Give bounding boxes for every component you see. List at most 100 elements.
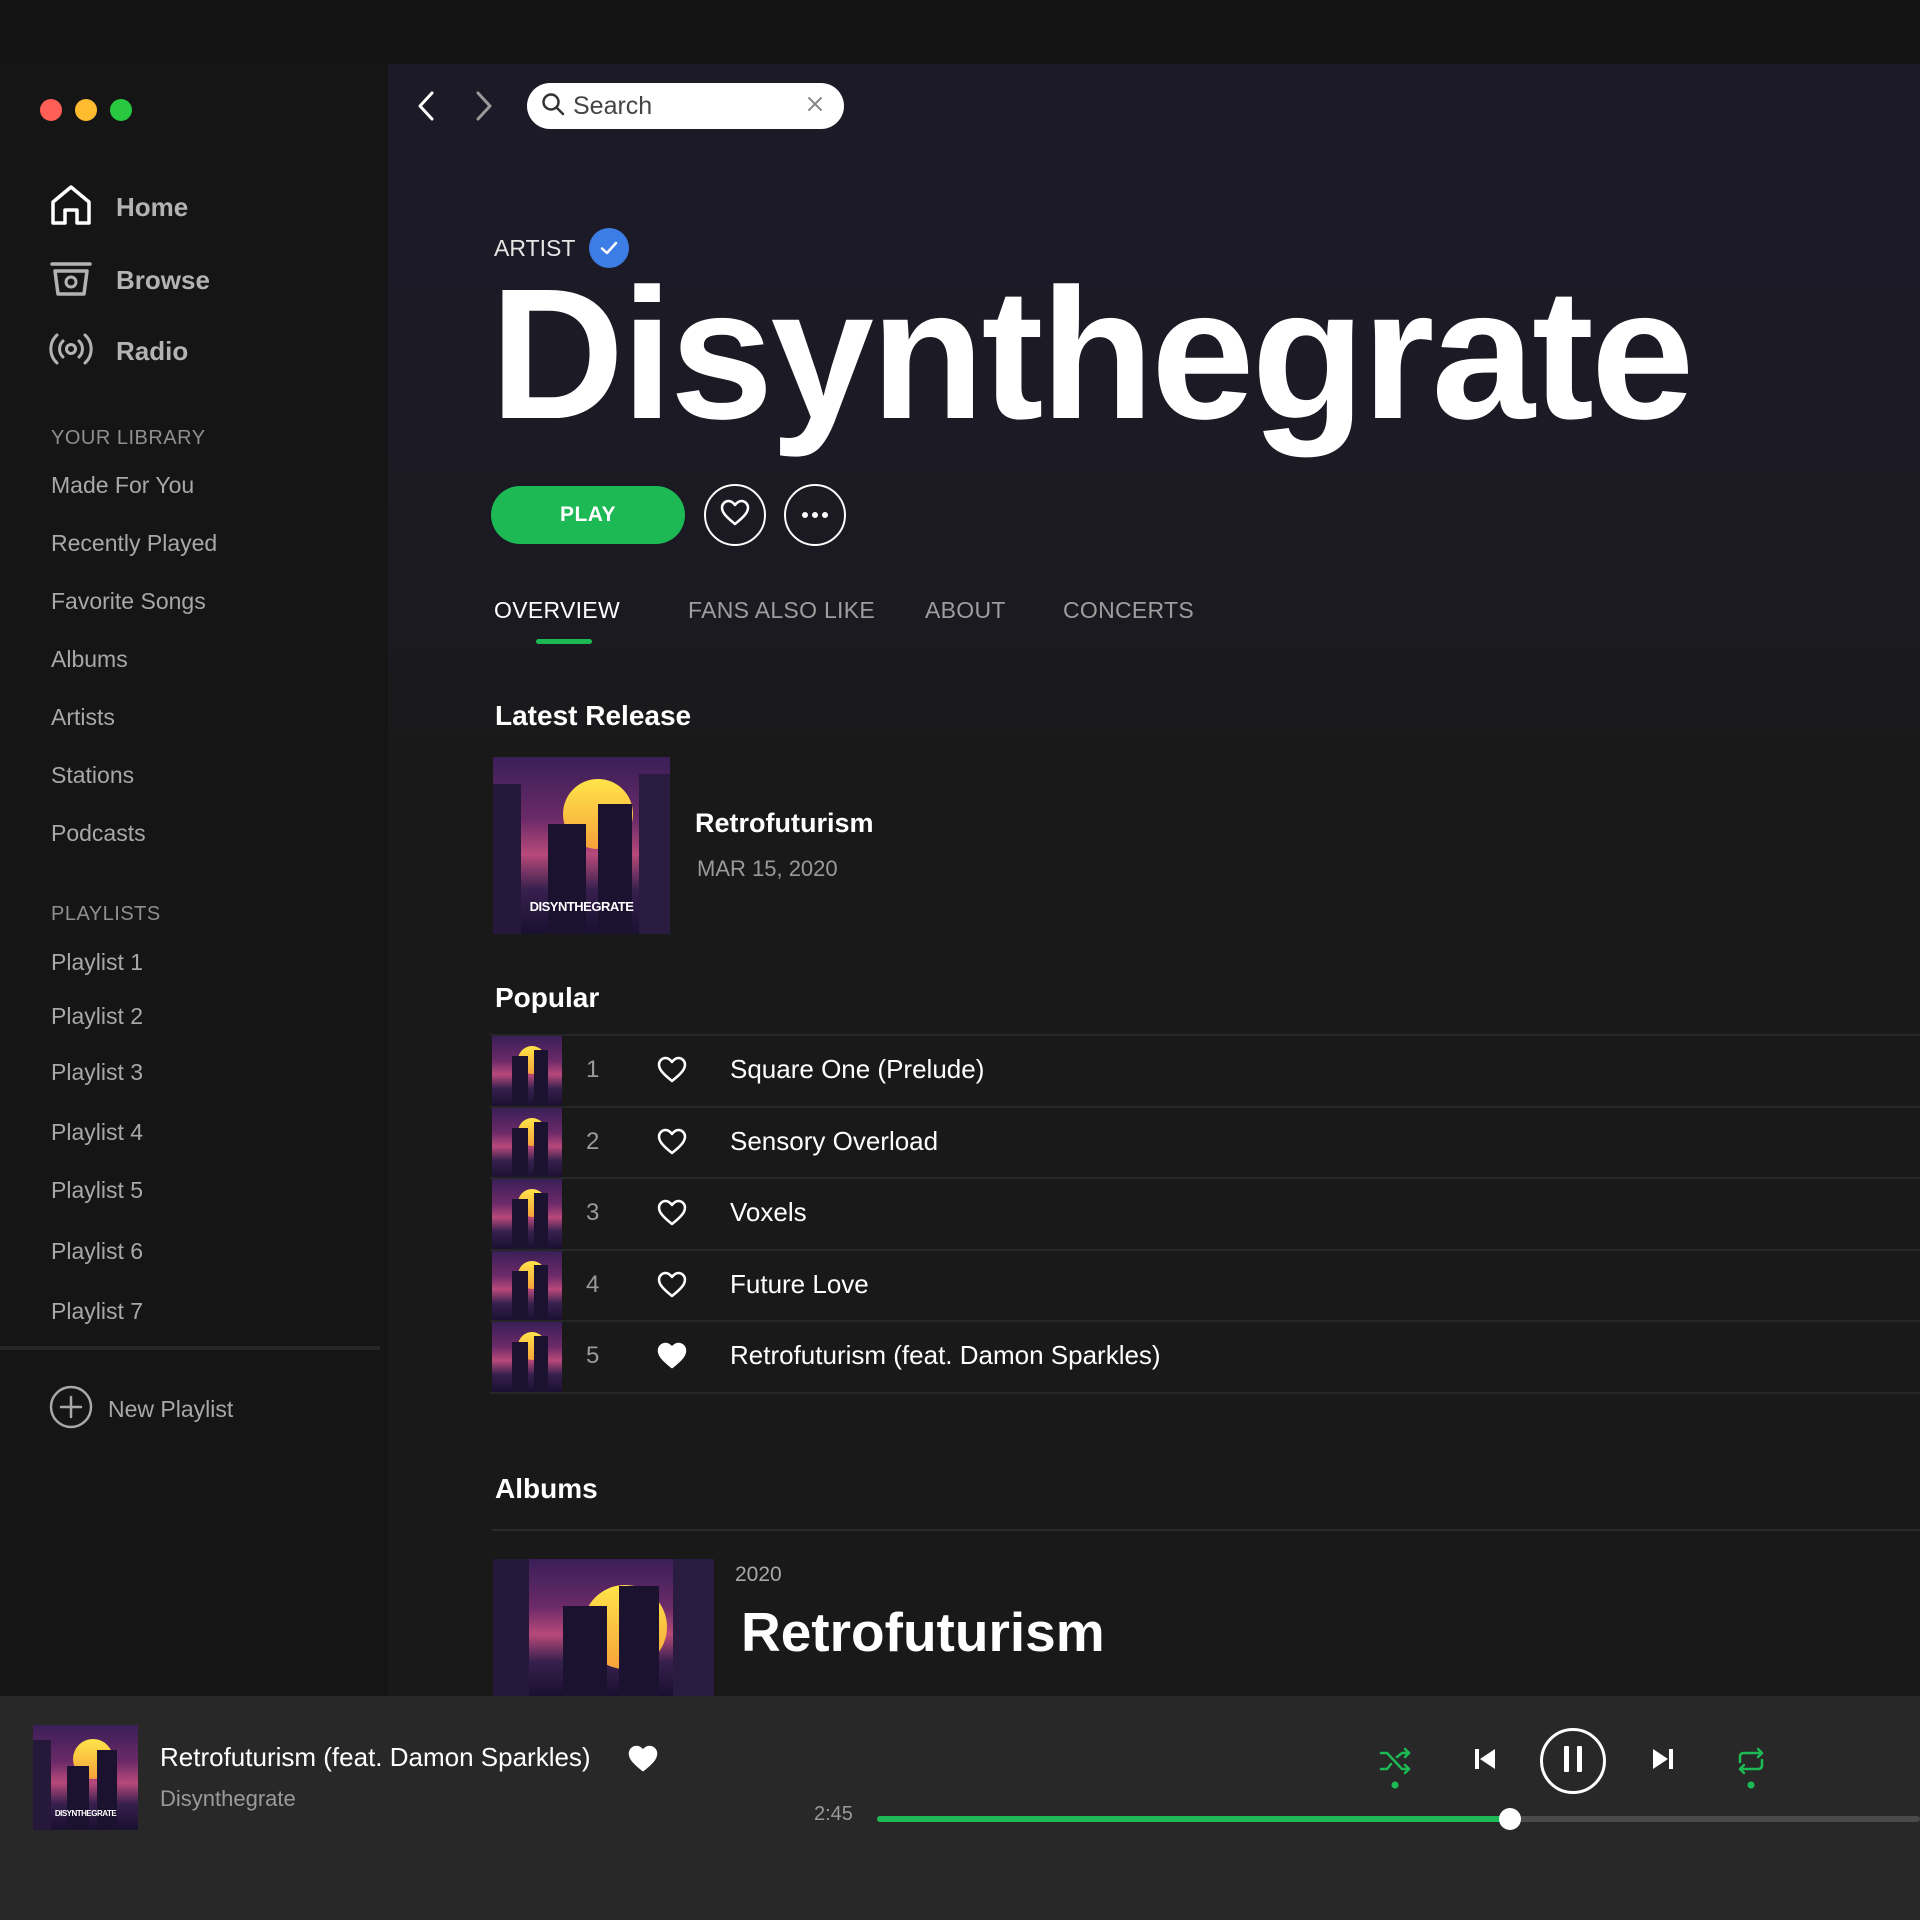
now-playing-cover[interactable]: DISYNTHEGRATE	[33, 1725, 138, 1830]
track-row[interactable]: 1 Square One (Prelude)	[490, 1034, 1920, 1106]
plus-circle-icon	[48, 1384, 94, 1435]
library-item-made-for-you[interactable]: Made For You	[51, 472, 194, 499]
albums-divider	[492, 1529, 1920, 1531]
library-heading: YOUR LIBRARY	[51, 427, 206, 449]
track-title: Future Love	[730, 1269, 869, 1299]
library-item-artists[interactable]: Artists	[51, 704, 115, 731]
heart-outline-icon	[720, 499, 750, 532]
playlist-item[interactable]: Playlist 4	[51, 1119, 143, 1146]
next-button[interactable]	[1648, 1744, 1678, 1778]
latest-release-title[interactable]: Retrofuturism	[695, 808, 874, 839]
playlist-item[interactable]: Playlist 5	[51, 1177, 143, 1204]
window-controls	[40, 99, 132, 121]
window-close-button[interactable]	[40, 99, 62, 121]
progress-handle[interactable]	[1499, 1808, 1522, 1830]
pause-button[interactable]	[1540, 1728, 1606, 1794]
ellipsis-icon	[800, 506, 830, 524]
progress-bar[interactable]	[877, 1808, 1920, 1830]
shuffle-button[interactable]	[1378, 1744, 1412, 1792]
repeat-icon	[1734, 1742, 1768, 1795]
home-icon	[48, 182, 94, 233]
playlist-item[interactable]: Playlist 1	[51, 949, 143, 976]
heart-filled-icon[interactable]	[627, 1745, 659, 1778]
tab-about[interactable]: ABOUT	[925, 597, 1006, 624]
title-bar	[0, 0, 1920, 64]
popular-heading: Popular	[495, 982, 600, 1013]
library-item-recently-played[interactable]: Recently Played	[51, 530, 217, 557]
heart-filled-icon[interactable]	[656, 1342, 688, 1375]
chevron-left-icon	[414, 91, 438, 126]
heart-outline-icon[interactable]	[656, 1271, 688, 1304]
repeat-button[interactable]	[1734, 1744, 1768, 1792]
album-title[interactable]: Retrofuturism	[741, 1600, 1105, 1664]
track-row[interactable]: 3 Voxels	[490, 1177, 1920, 1249]
album-cover[interactable]	[493, 1559, 714, 1696]
active-tab-indicator	[536, 639, 592, 644]
window-maximize-button[interactable]	[110, 99, 132, 121]
library-item-stations[interactable]: Stations	[51, 762, 134, 789]
follow-button[interactable]	[704, 484, 766, 546]
now-playing-title[interactable]: Retrofuturism (feat. Damon Sparkles)	[160, 1742, 591, 1773]
tab-concerts[interactable]: CONCERTS	[1063, 597, 1194, 624]
window-minimize-button[interactable]	[75, 99, 97, 121]
playlist-item[interactable]: Playlist 6	[51, 1238, 143, 1265]
track-title: Square One (Prelude)	[730, 1054, 985, 1084]
sidebar-nav-browse[interactable]: Browse	[48, 255, 210, 306]
library-item-podcasts[interactable]: Podcasts	[51, 820, 146, 847]
heart-outline-icon[interactable]	[656, 1056, 688, 1089]
back-button[interactable]	[414, 90, 438, 127]
skip-forward-icon	[1650, 1746, 1676, 1777]
track-number: 2	[586, 1128, 600, 1155]
previous-button[interactable]	[1470, 1744, 1500, 1778]
progress-fill	[877, 1816, 1511, 1822]
sidebar-nav-radio[interactable]: Radio	[48, 326, 188, 377]
elapsed-time: 2:45	[814, 1803, 853, 1825]
search-input[interactable]	[573, 91, 798, 121]
clear-search-icon[interactable]	[806, 95, 824, 118]
tab-overview[interactable]: OVERVIEW	[494, 597, 620, 624]
latest-release-heading: Latest Release	[495, 700, 692, 731]
sidebar-nav-label: Browse	[116, 265, 210, 295]
track-row[interactable]: 2 Sensory Overload	[490, 1106, 1920, 1178]
more-options-button[interactable]	[784, 484, 846, 546]
track-row[interactable]: 5 Retrofuturism (feat. Damon Sparkles)	[490, 1320, 1920, 1392]
playlist-item[interactable]: Playlist 7	[51, 1298, 143, 1325]
now-playing-artist[interactable]: Disynthegrate	[160, 1786, 296, 1812]
sidebar	[0, 64, 388, 1696]
latest-release-cover[interactable]: DISYNTHEGRATE	[493, 757, 670, 934]
latest-release-date: MAR 15, 2020	[697, 856, 838, 881]
library-item-albums[interactable]: Albums	[51, 646, 128, 673]
play-button[interactable]: PLAY	[491, 486, 685, 544]
track-thumbnail	[492, 1108, 562, 1178]
search-box	[527, 83, 844, 129]
tab-fans-also-like[interactable]: FANS ALSO LIKE	[688, 597, 875, 624]
skip-back-icon	[1472, 1746, 1498, 1777]
album-year: 2020	[735, 1563, 782, 1586]
heart-outline-icon[interactable]	[656, 1199, 688, 1232]
track-thumbnail	[492, 1251, 562, 1321]
sidebar-nav-label: Home	[116, 192, 189, 222]
pause-icon	[1560, 1744, 1586, 1779]
track-number: 1	[586, 1056, 600, 1083]
search-icon	[541, 92, 565, 121]
radio-icon	[48, 326, 94, 377]
playlist-item[interactable]: Playlist 3	[51, 1059, 143, 1086]
track-thumbnail	[492, 1036, 562, 1106]
browse-icon	[48, 255, 94, 306]
track-title: Voxels	[730, 1197, 807, 1227]
cover-art-text: DISYNTHEGRATE	[54, 1809, 117, 1818]
library-item-favorite-songs[interactable]: Favorite Songs	[51, 588, 206, 615]
sidebar-nav-home[interactable]: Home	[48, 182, 188, 233]
heart-outline-icon[interactable]	[656, 1128, 688, 1161]
new-playlist-button[interactable]: New Playlist	[48, 1384, 233, 1435]
track-list-divider	[490, 1392, 1920, 1394]
track-row[interactable]: 4 Future Love	[490, 1249, 1920, 1321]
playlists-heading: PLAYLISTS	[51, 903, 161, 925]
track-number: 3	[586, 1199, 600, 1226]
artist-name: Disynthegrate	[490, 251, 1694, 458]
sidebar-nav-label: Radio	[116, 336, 189, 366]
forward-button[interactable]	[472, 90, 496, 127]
track-number: 5	[586, 1342, 600, 1369]
new-playlist-label: New Playlist	[108, 1396, 234, 1422]
playlist-item[interactable]: Playlist 2	[51, 1003, 143, 1030]
